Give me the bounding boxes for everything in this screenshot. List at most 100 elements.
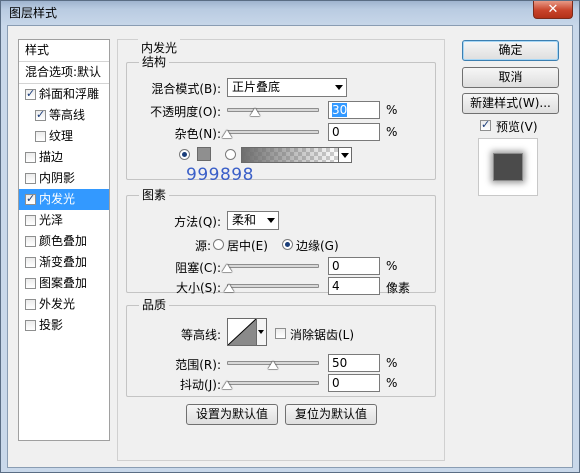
glow-gradient-picker[interactable] [241, 147, 339, 163]
title-bar[interactable]: 图层样式 ✕ [1, 1, 579, 25]
choke-slider[interactable] [227, 264, 319, 268]
jitter-slider-thumb[interactable] [222, 381, 232, 389]
range-slider-thumb[interactable] [268, 361, 278, 369]
style-item-checkbox[interactable] [25, 215, 36, 226]
noise-slider[interactable] [227, 130, 319, 134]
chevron-down-icon [335, 85, 343, 90]
close-icon: ✕ [547, 2, 559, 17]
solid-color-radio[interactable] [179, 149, 190, 160]
style-item-label: 斜面和浮雕 [39, 87, 100, 101]
style-item-label: 光泽 [39, 213, 64, 227]
style-list-header[interactable]: 样式 [19, 40, 109, 61]
style-list: 样式 混合选项:默认 斜面和浮雕等高线纹理描边内阴影内发光光泽颜色叠加渐变叠加图… [18, 39, 110, 441]
choke-unit: % [386, 259, 398, 273]
set-default-button[interactable]: 设置为默认值 [186, 404, 278, 425]
close-button[interactable]: ✕ [533, 1, 573, 19]
noise-input[interactable]: 0 [328, 123, 380, 141]
style-item-checkbox[interactable] [25, 278, 36, 289]
range-input[interactable]: 50 [328, 354, 380, 372]
style-item-checkbox[interactable] [25, 152, 36, 163]
style-item-label: 内发光 [39, 192, 76, 206]
contour-label: 等高线: [180, 328, 221, 342]
jitter-unit: % [386, 376, 398, 390]
inner-glow-panel: 内发光 结构 混合模式(B): 正片叠底 不透明度(O): 30 % 杂色(N)… [117, 39, 445, 461]
style-item-5[interactable]: 内阴影 [19, 168, 109, 189]
style-item-8[interactable]: 颜色叠加 [19, 231, 109, 252]
cancel-button[interactable]: 取消 [462, 67, 559, 88]
jitter-input[interactable]: 0 [328, 374, 380, 392]
source-label: 源: [194, 239, 211, 253]
style-item-checkbox[interactable] [25, 86, 36, 101]
blend-mode-select[interactable]: 正片叠底 [227, 78, 347, 97]
gradient-radio[interactable] [225, 149, 236, 160]
style-item-checkbox[interactable] [25, 320, 36, 331]
ok-button[interactable]: 确定 [462, 40, 559, 61]
style-item-1[interactable]: 斜面和浮雕 [19, 84, 109, 105]
style-item-3[interactable]: 纹理 [19, 126, 109, 147]
reset-default-button[interactable]: 复位为默认值 [285, 404, 377, 425]
style-item-7[interactable]: 光泽 [19, 210, 109, 231]
style-item-checkbox[interactable] [25, 236, 36, 247]
watermark-text: 999898 [186, 165, 254, 185]
style-item-9[interactable]: 渐变叠加 [19, 252, 109, 273]
style-item-label: 外发光 [39, 297, 76, 311]
style-item-checkbox[interactable] [25, 257, 36, 268]
source-edge-radio[interactable] [282, 239, 293, 250]
style-item-checkbox[interactable] [25, 191, 36, 206]
layer-style-dialog: 图层样式 ✕ 样式 混合选项:默认 斜面和浮雕等高线纹理描边内阴影内发光光泽颜色… [0, 0, 580, 473]
opacity-label: 不透明度(O): [150, 105, 221, 119]
style-item-2[interactable]: 等高线 [19, 105, 109, 126]
preview-checkbox[interactable] [480, 117, 491, 132]
style-item-checkbox[interactable] [35, 131, 46, 142]
choke-slider-thumb[interactable] [222, 264, 232, 272]
source-center-radio[interactable] [213, 239, 224, 250]
style-item-10[interactable]: 图案叠加 [19, 273, 109, 294]
noise-unit: % [386, 125, 398, 139]
style-item-label: 投影 [39, 318, 64, 332]
method-select[interactable]: 柔和 [227, 211, 279, 230]
opacity-input[interactable]: 30 [328, 101, 380, 119]
style-item-4[interactable]: 描边 [19, 147, 109, 168]
style-item-checkbox[interactable] [25, 173, 36, 184]
style-item-11[interactable]: 外发光 [19, 294, 109, 315]
new-style-button[interactable]: 新建样式(W)... [462, 93, 559, 114]
choke-input[interactable]: 0 [328, 257, 380, 275]
opacity-slider-thumb[interactable] [249, 108, 260, 116]
gradient-dropdown-button[interactable] [338, 147, 352, 163]
structure-group: 结构 混合模式(B): 正片叠底 不透明度(O): 30 % 杂色(N): 0 … [126, 55, 436, 180]
choke-label: 阻塞(C): [175, 261, 221, 275]
style-item-checkbox[interactable] [35, 107, 46, 122]
style-item-12[interactable]: 投影 [19, 315, 109, 336]
size-unit: 像素 [386, 281, 411, 295]
panel-title: 内发光 [138, 39, 181, 56]
preview-thumbnail [493, 153, 523, 181]
opacity-slider[interactable] [227, 108, 319, 112]
chevron-down-icon [267, 218, 275, 223]
size-input[interactable]: 4 [328, 277, 380, 295]
elements-group: 图素 方法(Q): 柔和 源: 居中(E) 边缘(G) 阻塞(C): 0 % 大… [126, 188, 436, 295]
source-center-label: 居中(E) [227, 239, 268, 253]
contour-picker[interactable] [227, 318, 257, 346]
style-item-6[interactable]: 内发光 [19, 189, 109, 210]
size-slider[interactable] [227, 284, 319, 288]
size-slider-thumb[interactable] [223, 284, 234, 292]
range-unit: % [386, 356, 398, 370]
opacity-unit: % [386, 103, 398, 117]
style-item-label: 图案叠加 [39, 276, 88, 290]
style-item-checkbox[interactable] [25, 299, 36, 310]
quality-group: 品质 等高线: 消除锯齿(L) 范围(R): 50 % 抖动(J): 0 % [126, 298, 436, 397]
preview-label: 预览(V) [496, 120, 538, 134]
style-item-label: 描边 [39, 150, 64, 164]
antialias-checkbox[interactable] [275, 328, 286, 339]
elements-title: 图素 [139, 188, 170, 202]
glow-color-swatch[interactable] [197, 147, 211, 161]
window-title: 图层样式 [9, 6, 58, 20]
jitter-label: 抖动(J): [180, 378, 221, 392]
structure-title: 结构 [139, 55, 170, 69]
jitter-slider[interactable] [227, 381, 319, 385]
blend-options-item[interactable]: 混合选项:默认 [19, 62, 109, 83]
dialog-client: 样式 混合选项:默认 斜面和浮雕等高线纹理描边内阴影内发光光泽颜色叠加渐变叠加图… [7, 25, 573, 468]
contour-dropdown-button[interactable] [257, 318, 267, 346]
noise-slider-thumb[interactable] [222, 130, 232, 138]
style-item-label: 内阴影 [39, 171, 76, 185]
